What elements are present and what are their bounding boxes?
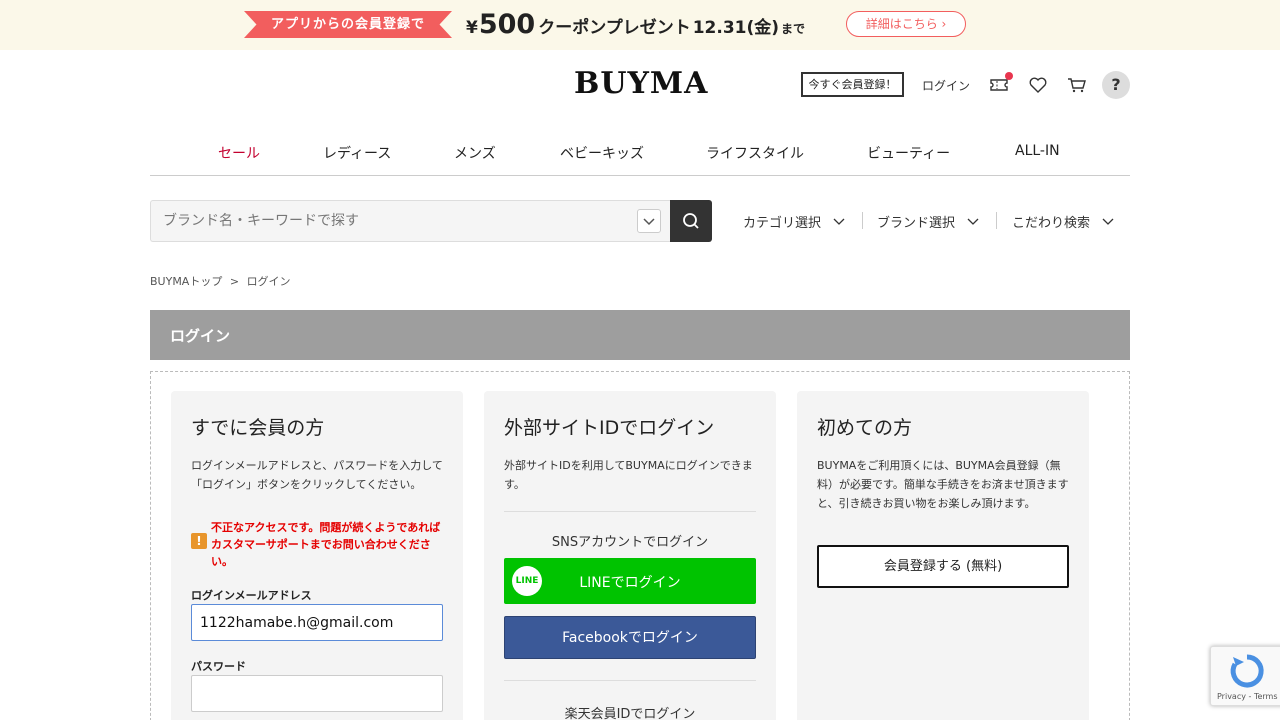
- banner-yen: ¥: [466, 18, 478, 38]
- member-title: すでに会員の方: [191, 417, 325, 439]
- rakuten-heading: 楽天会員IDでログイン: [564, 707, 696, 720]
- search-button[interactable]: [670, 200, 712, 242]
- nav-mens[interactable]: メンズ: [454, 143, 496, 163]
- heart-icon[interactable]: [1027, 74, 1049, 96]
- external-login-panel: 外部サイトIDでログイン 外部サイトIDを利用してBUYMAにログインできます。…: [484, 391, 776, 720]
- filter-advanced-label: こだわり検索: [1012, 216, 1091, 231]
- recaptcha-links[interactable]: Privacy - Terms: [1217, 692, 1278, 701]
- filter-divider: [996, 212, 997, 229]
- external-description: 外部サイトIDを利用してBUYMAにログインできます。: [504, 459, 753, 491]
- search-bar: [150, 200, 670, 242]
- nav-sale[interactable]: セール: [218, 143, 260, 163]
- member-login-panel: すでに会員の方 ログインメールアドレスと、パスワードを入力して「ログイン」ボタン…: [171, 391, 463, 720]
- site-logo[interactable]: BUYMA: [574, 66, 707, 102]
- chevron-down-icon: [643, 218, 655, 226]
- register-button[interactable]: 会員登録する (無料): [817, 545, 1069, 588]
- nav-all-in[interactable]: ALL-IN: [1015, 143, 1060, 159]
- nav-beauty[interactable]: ビューティー: [867, 143, 950, 163]
- line-login-button[interactable]: LINE LINEでログイン: [504, 558, 756, 604]
- recaptcha-badge[interactable]: Privacy - Terms: [1210, 646, 1280, 706]
- banner-tag: アプリからの会員登録で: [244, 11, 452, 38]
- divider: [504, 511, 756, 512]
- search-dropdown-toggle[interactable]: [637, 209, 661, 233]
- filter-brand-label: ブランド選択: [877, 216, 956, 231]
- nav-lifestyle[interactable]: ライフスタイル: [706, 143, 804, 163]
- filter-advanced[interactable]: こだわり検索: [1012, 212, 1114, 231]
- banner-date: 12.31(金): [692, 18, 780, 38]
- notification-dot: [1005, 72, 1013, 80]
- newuser-description: BUYMAをご利用頂くには、BUYMA会員登録（無料）が必要です。簡単な手続きを…: [817, 459, 1069, 510]
- filter-category[interactable]: カテゴリ選択: [743, 212, 845, 231]
- cart-icon[interactable]: [1066, 74, 1088, 96]
- error-text: 不正なアクセスです。問題が続くようであればカスタマーサポートまでお問い合わせくだ…: [211, 521, 441, 568]
- password-label: パスワード: [191, 660, 246, 673]
- page-title-bar: ログイン: [150, 310, 1130, 360]
- filter-divider: [862, 212, 863, 229]
- line-login-label: LINEでログイン: [579, 575, 681, 591]
- breadcrumb-home[interactable]: BUYMAトップ: [150, 275, 222, 288]
- password-field[interactable]: [191, 675, 443, 712]
- breadcrumb-separator: >: [229, 275, 240, 288]
- external-title: 外部サイトIDでログイン: [504, 417, 715, 439]
- category-nav: セール レディース メンズ ベビーキッズ ライフスタイル ビューティー ALL-…: [150, 130, 1130, 176]
- recaptcha-icon: [1230, 654, 1264, 688]
- member-description: ログインメールアドレスと、パスワードを入力して「ログイン」ボタンをクリックしてく…: [191, 459, 443, 491]
- breadcrumb: BUYMAトップ > ログイン: [150, 273, 295, 289]
- filter-brand[interactable]: ブランド選択: [877, 212, 979, 231]
- banner-details-button[interactable]: 詳細はこちら ›: [846, 11, 966, 37]
- banner-text: ¥ 500 クーポンプレゼント 12.31(金) まで: [466, 9, 805, 41]
- banner-rest: クーポンプレゼント: [538, 18, 691, 38]
- email-label: ログインメールアドレス: [191, 589, 312, 602]
- chevron-down-icon: [833, 218, 845, 225]
- warning-icon: !: [191, 533, 207, 549]
- register-now-button[interactable]: 今すぐ会員登録！: [801, 72, 904, 97]
- login-link[interactable]: ログイン: [922, 77, 970, 94]
- chevron-down-icon: [967, 218, 979, 225]
- search-icon: [683, 213, 699, 229]
- divider: [504, 680, 756, 681]
- sns-heading: SNSアカウントでログイン: [551, 535, 709, 550]
- breadcrumb-current: ログイン: [246, 275, 291, 288]
- new-user-panel: 初めての方 BUYMAをご利用頂くには、BUYMA会員登録（無料）が必要です。簡…: [797, 391, 1089, 720]
- email-field[interactable]: [191, 604, 443, 641]
- page-title: ログイン: [170, 327, 231, 345]
- filter-category-label: カテゴリ選択: [743, 216, 822, 231]
- banner-amount: 500: [478, 9, 536, 40]
- search-input[interactable]: [163, 201, 633, 241]
- nav-baby-kids[interactable]: ベビーキッズ: [560, 143, 644, 163]
- nav-ladies[interactable]: レディース: [323, 143, 391, 163]
- help-button[interactable]: ?: [1102, 71, 1130, 99]
- chevron-down-icon: [1102, 218, 1114, 225]
- facebook-login-button[interactable]: Facebookでログイン: [504, 616, 756, 659]
- promo-banner[interactable]: アプリからの会員登録で ¥ 500 クーポンプレゼント 12.31(金) まで …: [0, 0, 1280, 50]
- newuser-title: 初めての方: [817, 417, 913, 439]
- banner-until: まで: [781, 22, 806, 36]
